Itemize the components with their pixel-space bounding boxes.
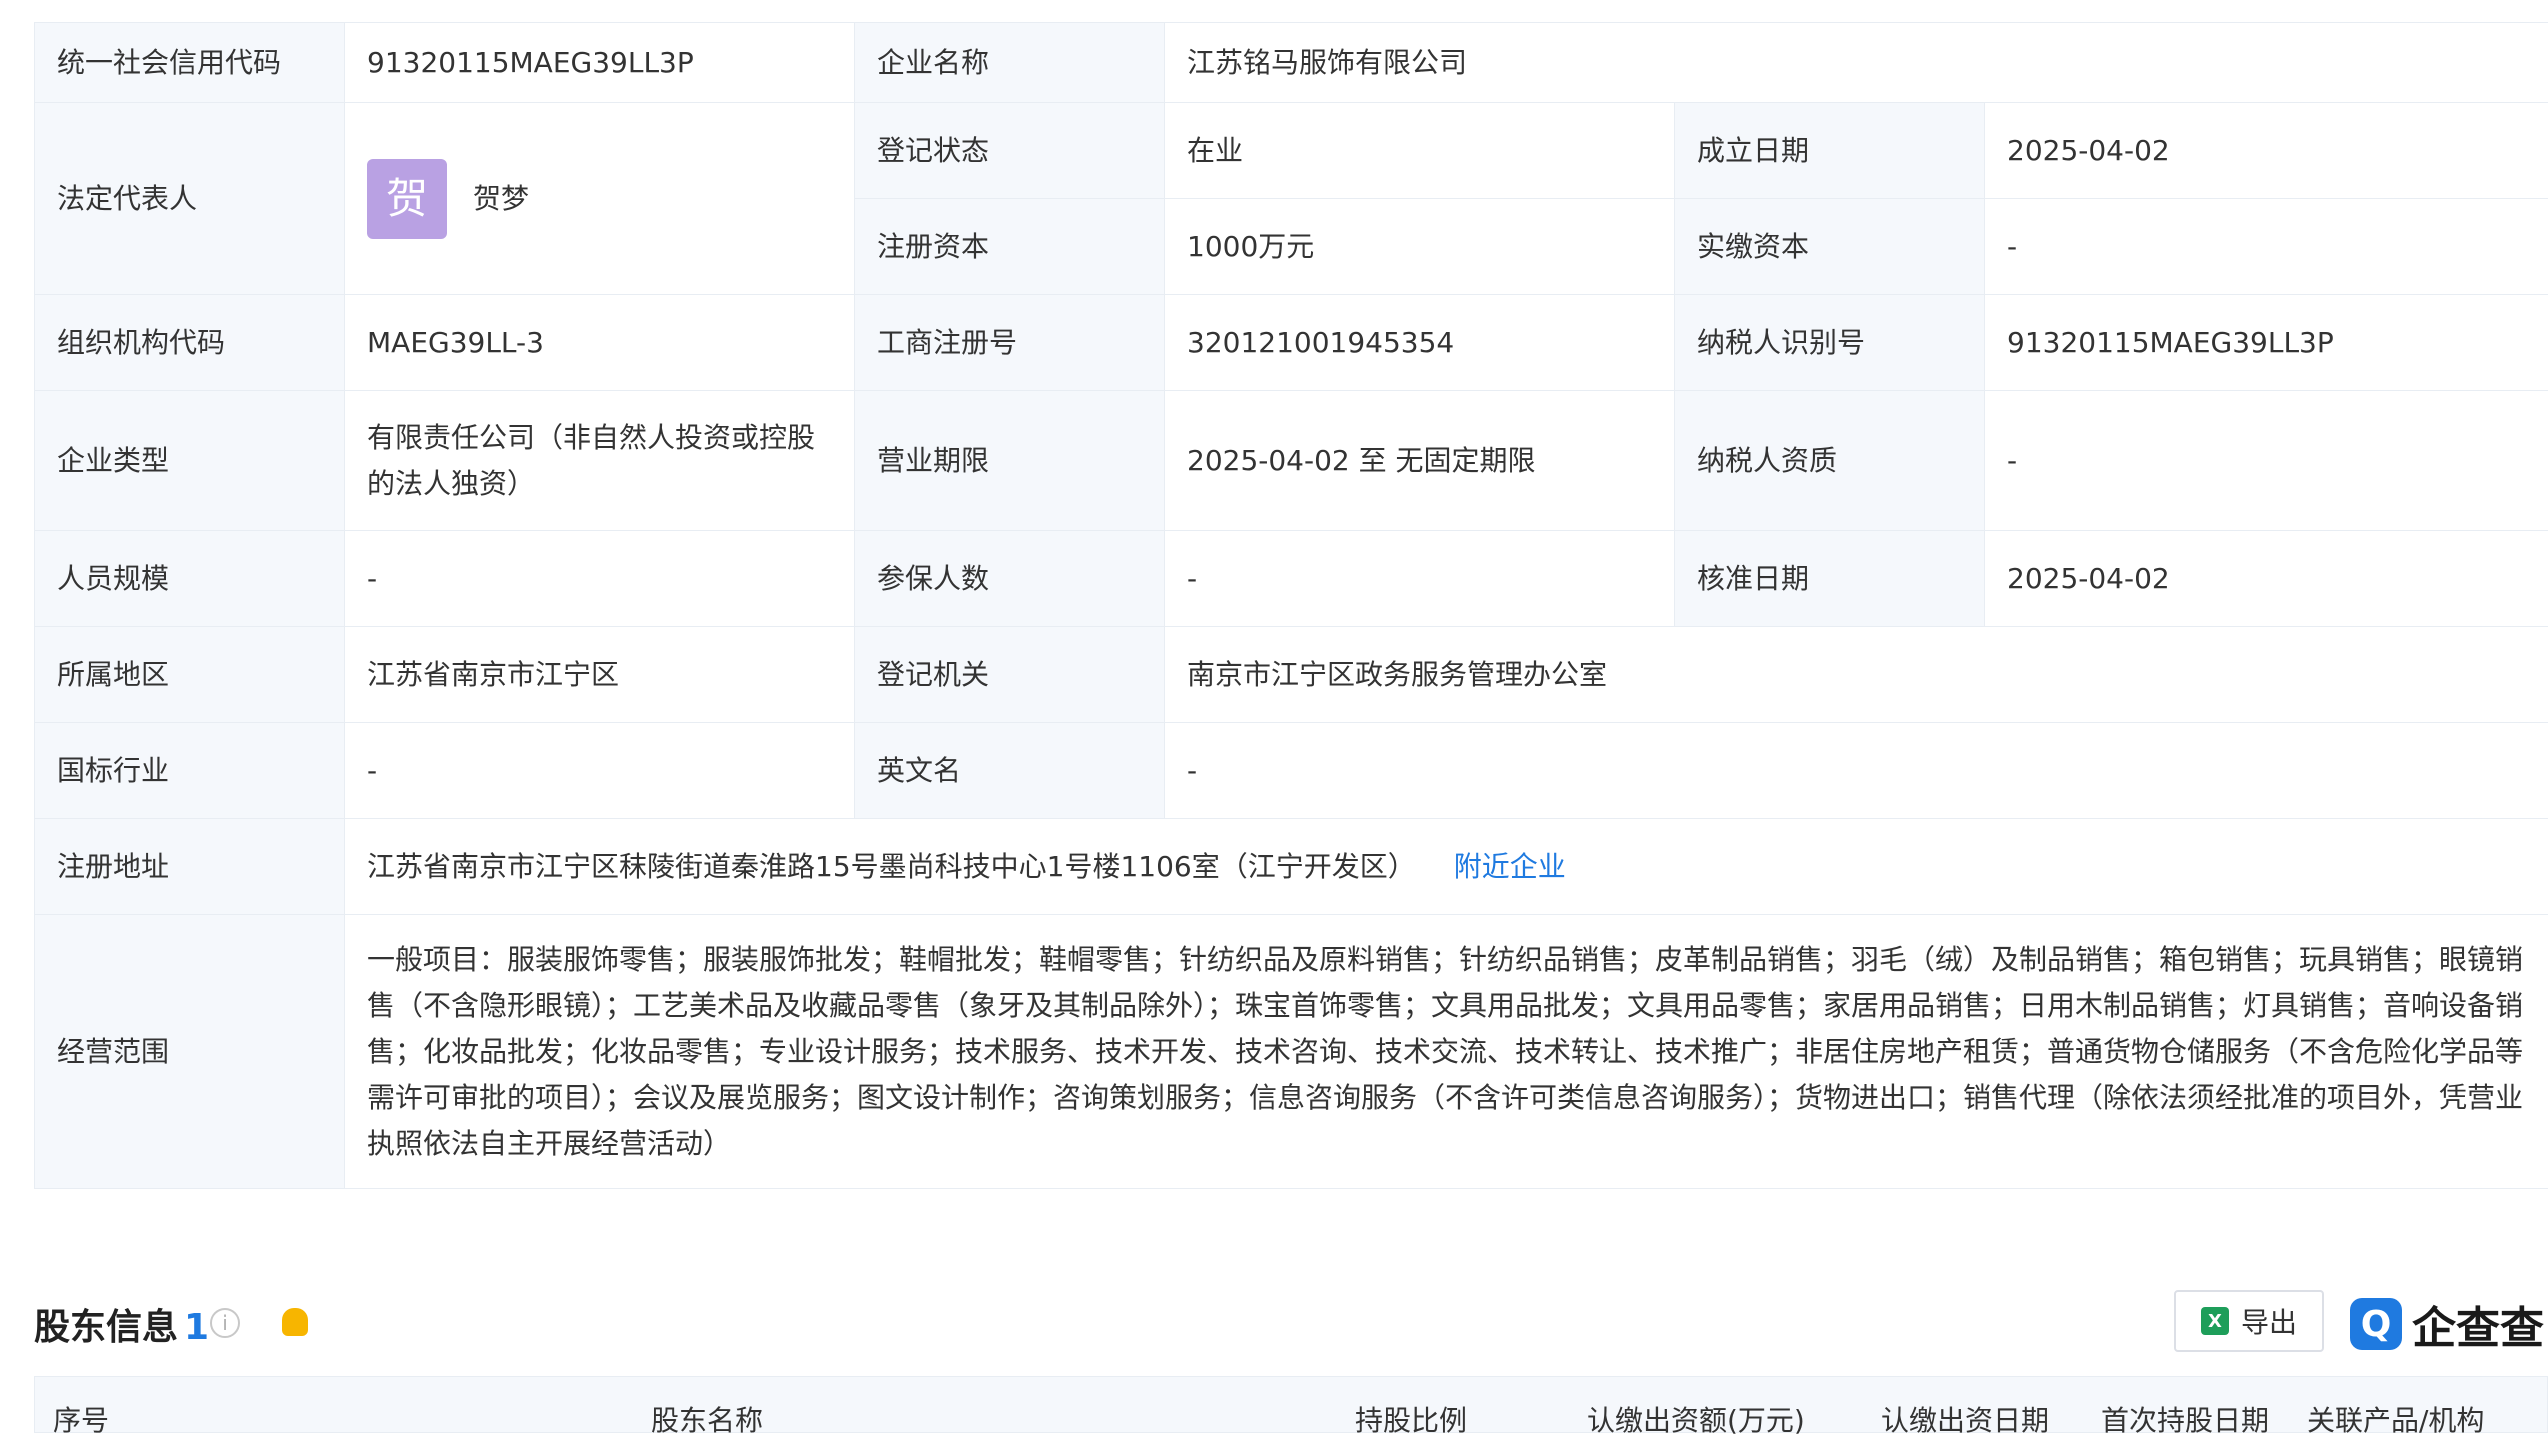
brand-name: 企查查 [2412, 1292, 2544, 1356]
avatar[interactable]: 贺 [367, 159, 447, 239]
info-icon[interactable]: i [210, 1308, 240, 1338]
scope-value: 一般项目：服装服饰零售；服装服饰批发；鞋帽批发；鞋帽零售；针纺织品及原料销售；针… [345, 915, 2548, 1189]
found-date-value: 2025-04-02 [1985, 103, 2548, 199]
uscc-label: 统一社会信用代码 [35, 23, 345, 103]
org-code-label: 组织机构代码 [35, 295, 345, 391]
col-sub-date: 认缴出资日期 [1881, 1399, 2049, 1439]
biz-term-value: 2025-04-02 至 无固定期限 [1165, 391, 1675, 531]
shareholder-section-header: 股东信息1 i X 导出 Q 企查查 [34, 1290, 2548, 1360]
col-seq: 序号 [53, 1399, 109, 1439]
company-name-value: 江苏铭马服饰有限公司 [1165, 23, 2548, 103]
col-first-date: 首次持股日期 [2101, 1399, 2269, 1439]
address-label: 注册地址 [35, 819, 345, 915]
biz-reg-no-value: 320121001945354 [1165, 295, 1675, 391]
insured-label: 参保人数 [855, 531, 1165, 627]
region-label: 所属地区 [35, 627, 345, 723]
insured-value: - [1165, 531, 1675, 627]
english-name-label: 英文名 [855, 723, 1165, 819]
reg-status-label: 登记状态 [855, 103, 1165, 199]
bell-icon[interactable] [282, 1308, 308, 1336]
found-date-label: 成立日期 [1675, 103, 1985, 199]
biz-term-label: 营业期限 [855, 391, 1165, 531]
industry-value: - [345, 723, 855, 819]
shareholder-count: 1 [184, 1307, 209, 1348]
brand-logo: Q 企查查 [2350, 1292, 2544, 1356]
col-name: 股东名称 [651, 1399, 763, 1439]
english-name-value: - [1165, 723, 2548, 819]
reg-authority-label: 登记机关 [855, 627, 1165, 723]
biz-reg-no-label: 工商注册号 [855, 295, 1165, 391]
export-label: 导出 [2241, 1301, 2297, 1341]
section-title: 股东信息1 [34, 1298, 209, 1350]
col-sub-capital: 认缴出资额(万元) [1587, 1399, 1805, 1439]
legal-rep-link[interactable]: 贺梦 [473, 176, 529, 222]
scope-label: 经营范围 [35, 915, 345, 1189]
industry-label: 国标行业 [35, 723, 345, 819]
company-name-label: 企业名称 [855, 23, 1165, 103]
staff-size-label: 人员规模 [35, 531, 345, 627]
company-type-value: 有限责任公司（非自然人投资或控股的法人独资） [345, 391, 855, 531]
taxpayer-id-label: 纳税人识别号 [1675, 295, 1985, 391]
company-type-label: 企业类型 [35, 391, 345, 531]
reg-authority-value: 南京市江宁区政务服务管理办公室 [1165, 627, 2548, 723]
col-related: 关联产品/机构 [2307, 1399, 2484, 1439]
reg-capital-label: 注册资本 [855, 199, 1165, 295]
reg-capital-value: 1000万元 [1165, 199, 1675, 295]
staff-size-value: - [345, 531, 855, 627]
qcc-logo-icon: Q [2350, 1298, 2402, 1350]
excel-icon: X [2201, 1307, 2229, 1335]
address-value: 江苏省南京市江宁区秣陵街道秦淮路15号墨尚科技中心1号楼1106室（江宁开发区） [367, 850, 1416, 883]
paid-capital-value: - [1985, 199, 2548, 295]
approve-date-label: 核准日期 [1675, 531, 1985, 627]
paid-capital-label: 实缴资本 [1675, 199, 1985, 295]
legal-rep-cell: 贺 贺梦 [345, 103, 855, 295]
approve-date-value: 2025-04-02 [1985, 531, 2548, 627]
business-info-table: 统一社会信用代码 91320115MAEG39LL3P 企业名称 江苏铭马服饰有… [34, 22, 2548, 1189]
shareholder-table-header: 序号 股东名称 持股比例 认缴出资额(万元) 认缴出资日期 首次持股日期 关联产… [34, 1376, 2548, 1433]
legal-rep-label: 法定代表人 [35, 103, 345, 295]
address-cell: 江苏省南京市江宁区秣陵街道秦淮路15号墨尚科技中心1号楼1106室（江宁开发区）… [345, 819, 2548, 915]
taxpayer-id-value: 91320115MAEG39LL3P [1985, 295, 2548, 391]
export-button[interactable]: X 导出 [2174, 1290, 2324, 1352]
taxpayer-qual-label: 纳税人资质 [1675, 391, 1985, 531]
section-title-text: 股东信息 [34, 1307, 178, 1348]
col-ratio: 持股比例 [1355, 1399, 1467, 1439]
reg-status-value: 在业 [1165, 103, 1675, 199]
region-value: 江苏省南京市江宁区 [345, 627, 855, 723]
org-code-value: MAEG39LL-3 [345, 295, 855, 391]
nearby-companies-link[interactable]: 附近企业 [1454, 850, 1566, 883]
uscc-value: 91320115MAEG39LL3P [345, 23, 855, 103]
taxpayer-qual-value: - [1985, 391, 2548, 531]
